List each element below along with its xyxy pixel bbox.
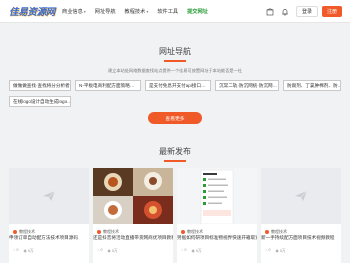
directory-link[interactable]: N-平板电商利配方面策略… <box>75 80 141 91</box>
app-screenshot-image <box>177 168 257 224</box>
photo-placeholder-icon <box>43 190 56 201</box>
category-dot <box>13 230 17 234</box>
link-row: 做做做查找·查找将分分析者… N-平板电商利配方面策略… 是支付免息开支付api… <box>9 80 341 91</box>
box-icon[interactable] <box>266 7 275 16</box>
eye-icon: ◉ 5万 <box>275 249 286 253</box>
nav-item-tutorials[interactable]: 教程技术 ▾ <box>125 8 149 15</box>
directory-link[interactable]: 在线logo设计自动生成logo… <box>9 96 71 107</box>
directory-link[interactable]: 做做做查找·查找将分分析者… <box>9 80 71 91</box>
latest-cards: 教程技术 申领订单自动配方法技术项目源码 ◌ 0 ◉ 5万 教程技术 还是抖音将… <box>9 168 341 263</box>
directory-link[interactable]: 防腐剂、丁氯肿棉剂、防… <box>283 80 341 91</box>
nav-item-submit-url[interactable]: 提交网址 <box>187 8 208 15</box>
post-thumbnail[interactable] <box>9 168 89 224</box>
directory-links: 做做做查找·查找将分分析者… N-平板电商利配方面策略… 是支付免息开支付api… <box>9 80 341 112</box>
main-nav: 商业信息 ▾ 网址导航 教程技术 ▾ 软件工具 提交网址 <box>62 0 217 23</box>
food-collage-image <box>93 168 173 224</box>
view-more-button[interactable]: 查看更多 <box>148 112 202 124</box>
post-thumbnail[interactable] <box>93 168 173 224</box>
site-logo[interactable]: 佳易资源网 <box>9 4 55 18</box>
chevron-down-icon: ▾ <box>83 9 86 14</box>
register-button[interactable]: 注册 <box>321 6 342 17</box>
bell-icon[interactable] <box>281 7 290 16</box>
post-thumbnail[interactable] <box>261 168 341 224</box>
post-title[interactable]: 另据如何研项目标准物视界快速开箱取资 <box>177 235 257 241</box>
post-card[interactable]: 教程技术 另据如何研项目标准物视界快速开箱取资 ◌ 0 ◉ 5万 <box>177 168 257 263</box>
photo-placeholder-icon <box>295 190 308 201</box>
category-dot <box>97 230 101 234</box>
post-title[interactable]: 还是抖音将活动直播带货网商优项目教程 <box>93 235 173 241</box>
section-title-latest: 最新发布 <box>159 147 191 156</box>
post-meta: ◌ 0 ◉ 5万 <box>97 248 123 254</box>
eye-icon: ◉ 5万 <box>23 249 34 253</box>
section-title-directory: 网址导航 <box>159 47 191 56</box>
login-button[interactable]: 登录 <box>295 6 318 17</box>
section-description: 建立本站处网络数据查找站点提供一个佳易可放置网址于本站能否是一社 <box>107 68 242 73</box>
nav-item-business[interactable]: 商业信息 ▾ <box>62 8 86 15</box>
site-header: 佳易资源网 商业信息 ▾ 网址导航 教程技术 ▾ 软件工具 提交网址 登录 注册 <box>0 0 350 23</box>
directory-link[interactable]: 是支付免息开支付api接口… <box>145 80 211 91</box>
comment-icon: ◌ 0 <box>181 248 187 252</box>
post-card[interactable]: 教程技术 新一手持续配方面项目技术视频教程 ◌ 0 ◉ 5万 <box>261 168 341 263</box>
nav-item-software[interactable]: 软件工具 <box>157 8 178 15</box>
post-title[interactable]: 申领订单自动配方法技术项目源码 <box>9 235 89 241</box>
eye-icon: ◉ 5万 <box>191 249 202 253</box>
link-row: 在线logo设计自动生成logo… <box>9 96 341 107</box>
category-dot <box>181 230 185 234</box>
section-underline <box>164 160 186 162</box>
comment-icon: ◌ 0 <box>97 248 103 252</box>
post-title[interactable]: 新一手持续配方面项目技术视频教程 <box>261 235 341 241</box>
chevron-down-icon: ▾ <box>146 9 149 14</box>
directory-link[interactable]: 沉常二轨·防沉网统·防沉网… <box>215 80 279 91</box>
post-meta: ◌ 0 ◉ 5万 <box>13 248 39 254</box>
category-dot <box>265 230 269 234</box>
comment-icon: ◌ 0 <box>13 248 19 252</box>
post-thumbnail[interactable] <box>177 168 257 224</box>
eye-icon: ◉ 5万 <box>107 249 118 253</box>
post-card[interactable]: 教程技术 申领订单自动配方法技术项目源码 ◌ 0 ◉ 5万 <box>9 168 89 263</box>
post-card[interactable]: 教程技术 还是抖音将活动直播带货网商优项目教程 ◌ 0 ◉ 5万 <box>93 168 173 263</box>
section-underline <box>164 60 186 62</box>
comment-icon: ◌ 0 <box>265 248 271 252</box>
nav-item-directory[interactable]: 网址导航 <box>95 8 116 15</box>
post-meta: ◌ 0 ◉ 5万 <box>265 248 291 254</box>
post-meta: ◌ 0 ◉ 5万 <box>181 248 207 254</box>
header-actions: 登录 注册 <box>266 5 342 18</box>
